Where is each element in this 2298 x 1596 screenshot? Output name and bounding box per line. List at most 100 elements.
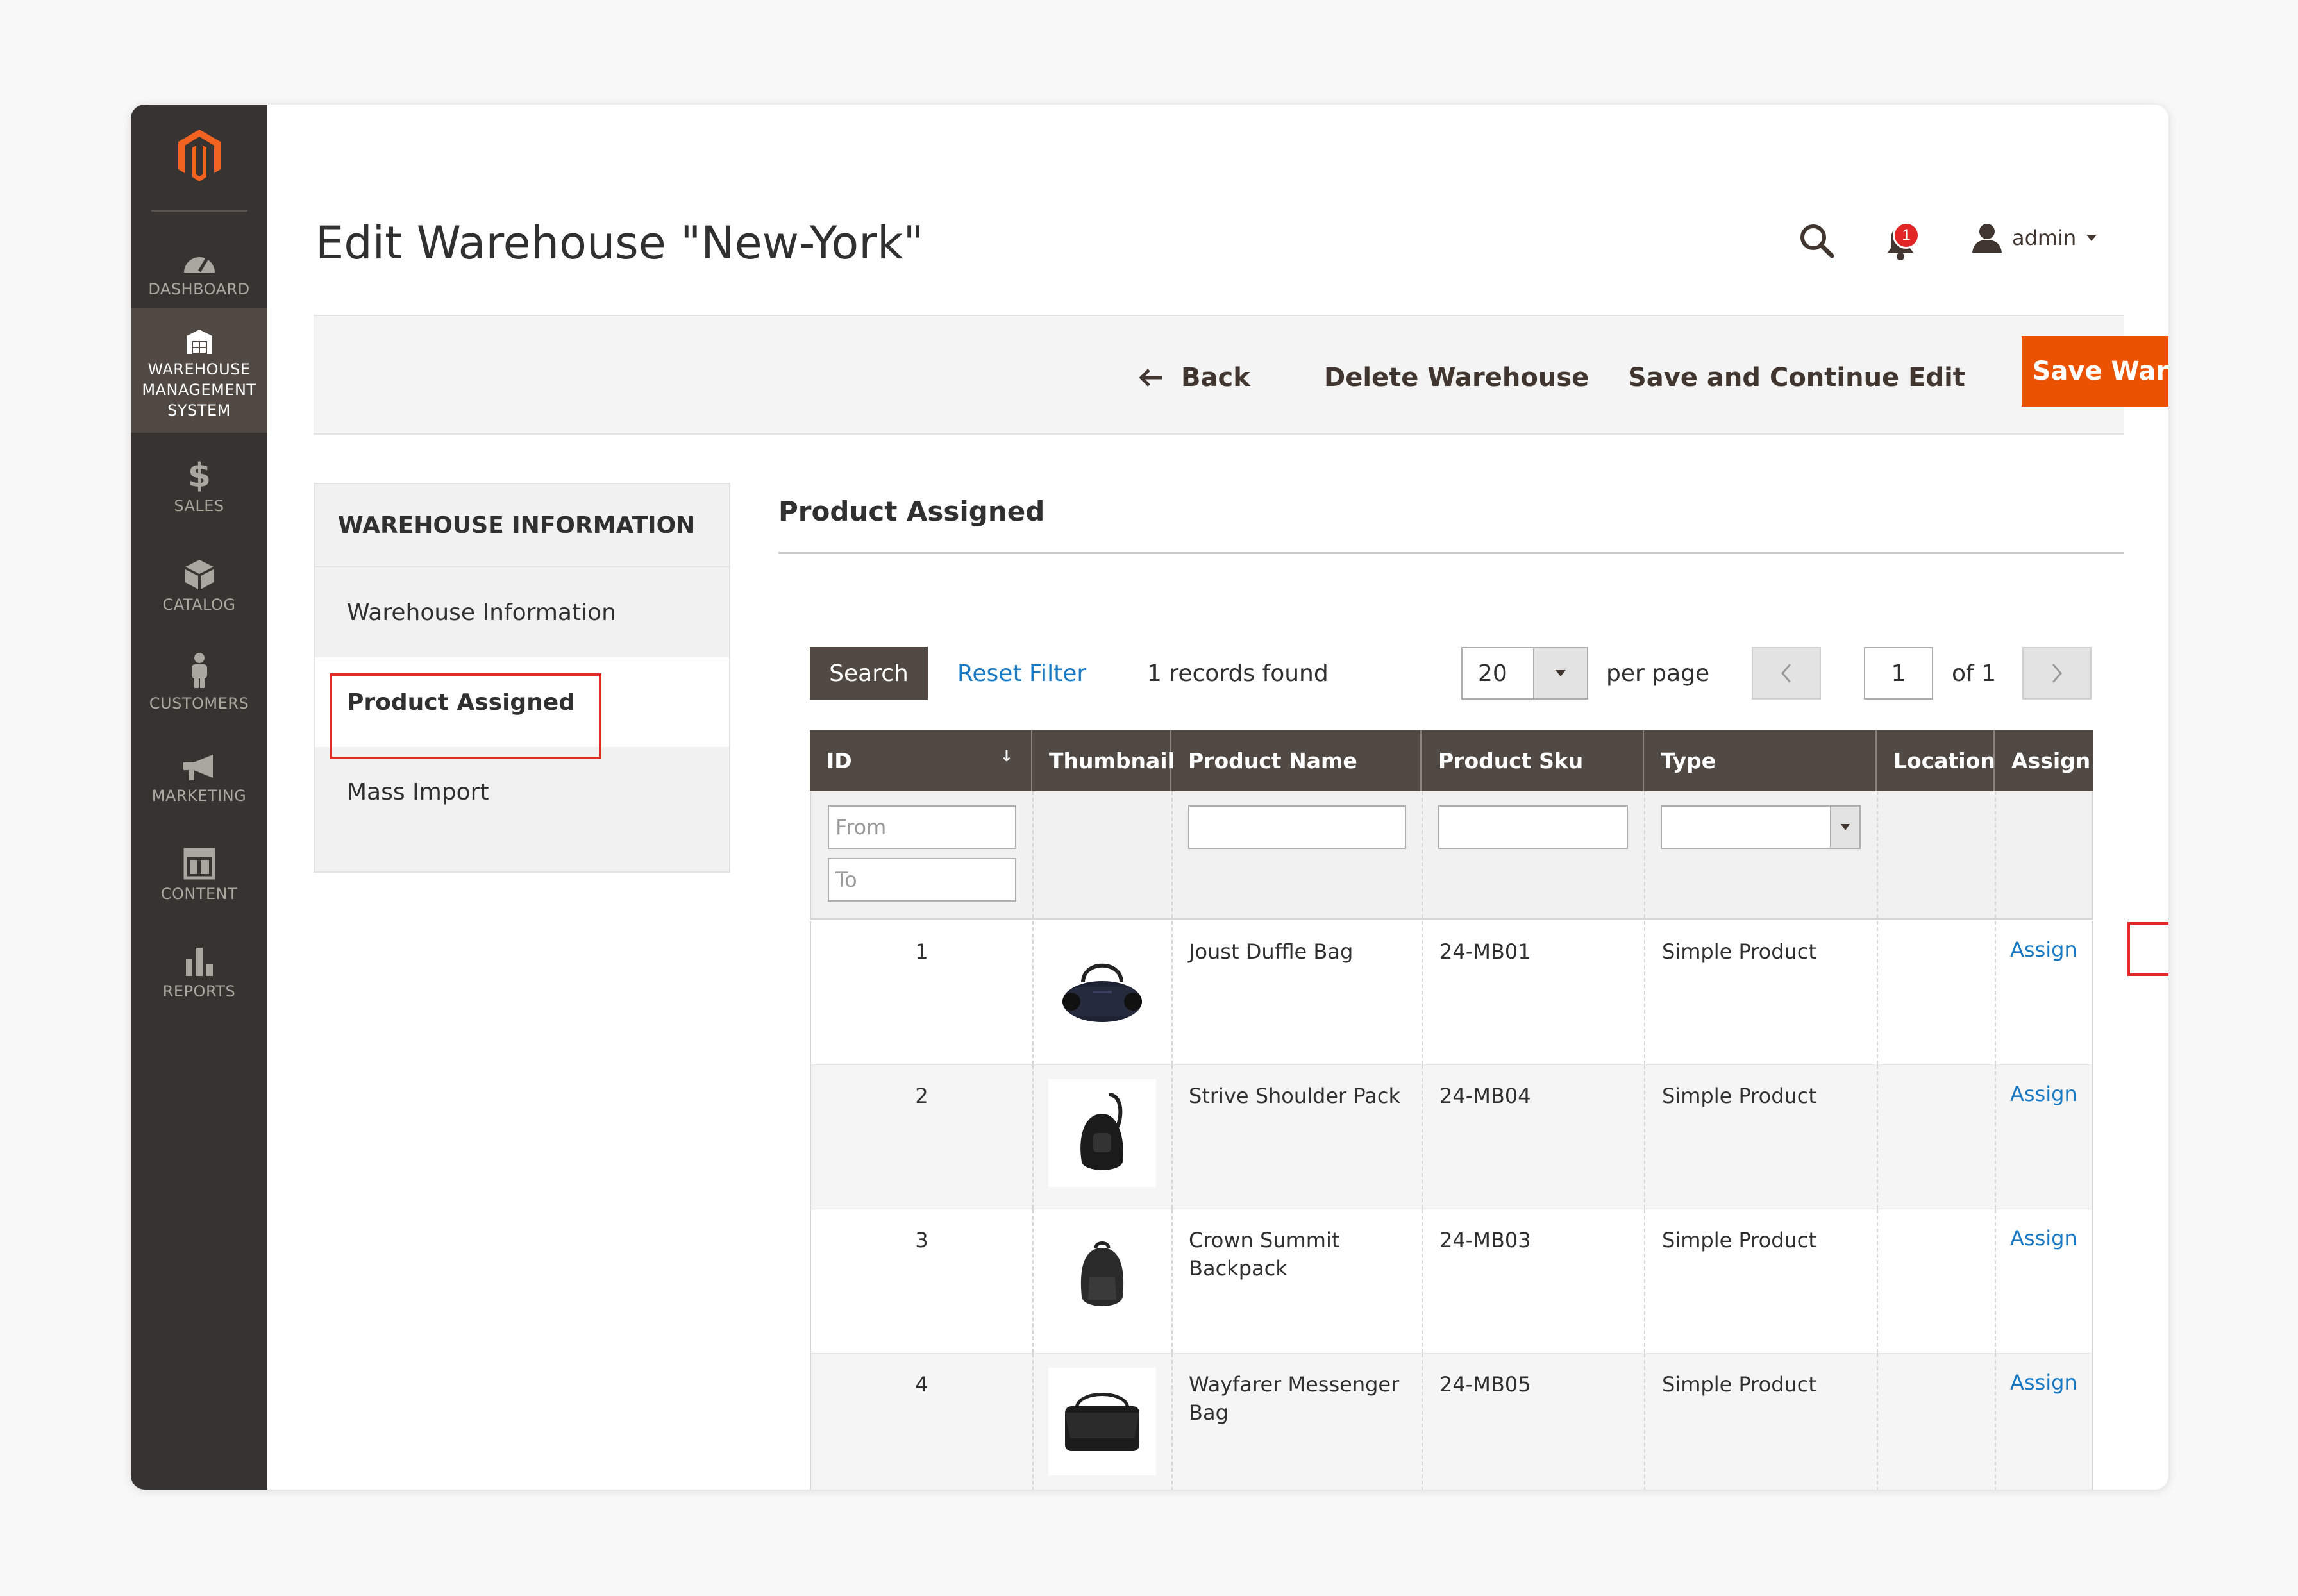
cube-icon [185, 560, 214, 589]
previous-page-button[interactable] [1752, 647, 1821, 700]
row-type: Simple Product [1662, 1084, 1816, 1108]
messenger-bag-image [1048, 1368, 1156, 1475]
column-header-thumbnail: Thumbnail [1032, 730, 1175, 791]
reset-filter-link[interactable]: Reset Filter [957, 647, 1086, 700]
sidebar-item-content[interactable]: CONTENT [131, 837, 267, 921]
row-product-sku: 24-MB05 [1439, 1372, 1531, 1397]
product-sku-filter[interactable] [1438, 805, 1628, 849]
megaphone-icon [183, 755, 213, 780]
records-count: 1 records found [1147, 660, 1329, 687]
row-thumbnail [1032, 1209, 1171, 1354]
assign-link[interactable]: Assign [2010, 937, 2077, 962]
column-header-id[interactable]: ID ↓ [810, 730, 1032, 791]
row-thumbnail [1032, 921, 1171, 1065]
dollar-icon: $ [187, 457, 210, 492]
sidebar-item-label: CUSTOMERS [149, 694, 249, 712]
sidebar-item-label: REPORTS [162, 982, 236, 1000]
row-type: Simple Product [1662, 1372, 1816, 1397]
tab-warehouse-information[interactable]: Warehouse Information [315, 567, 729, 657]
sidebar-item-label: SALES [174, 497, 224, 515]
table-row: 4 Wayfarer Messenger Bag 24-MB05 Simple … [810, 1354, 2093, 1490]
type-filter-select[interactable] [1661, 805, 1861, 849]
search-button[interactable]: Search [810, 647, 928, 700]
row-type: Simple Product [1662, 1228, 1816, 1252]
page-actions-bar: Back Delete Warehouse Save and Continue … [314, 315, 2168, 435]
table-row: 1 Joust Duffle Bag 24-MB01 Simple Produc… [810, 921, 2093, 1065]
row-product-sku: 24-MB03 [1439, 1228, 1531, 1252]
shoulder-pack-image [1048, 1079, 1156, 1187]
row-type: Simple Product [1662, 939, 1816, 964]
column-header-product-sku[interactable]: Product Sku [1422, 730, 1644, 791]
row-location [1895, 1354, 1984, 1490]
per-page-select[interactable]: 20 [1461, 647, 1588, 700]
row-id: 3 [915, 1228, 928, 1252]
dashboard-icon [183, 257, 215, 273]
back-button[interactable]: Back [1137, 351, 1250, 404]
per-page-value: 20 [1478, 660, 1507, 687]
user-icon [1972, 224, 2002, 253]
backpack-image [1048, 1223, 1156, 1331]
grid-filter-row: From To [810, 791, 2093, 920]
section-divider [778, 552, 2124, 554]
row-id: 4 [915, 1372, 928, 1397]
sidebar-item-customers[interactable]: CUSTOMERS [131, 643, 267, 727]
sort-arrow-icon: ↓ [1000, 747, 1013, 765]
tab-mass-import[interactable]: Mass Import [315, 747, 729, 837]
grid-header-row: ID ↓ Thumbnail Product Name Product Sku … [810, 730, 2093, 791]
row-thumbnail [1032, 1354, 1171, 1490]
chevron-down-icon [1841, 824, 1850, 830]
row-location [1895, 1065, 1984, 1209]
delete-warehouse-button[interactable]: Delete Warehouse [1324, 351, 1589, 404]
person-icon [191, 653, 207, 688]
user-menu[interactable]: admin [1971, 222, 2098, 254]
sidebar-item-dashboard[interactable]: DASHBOARD [131, 234, 267, 311]
row-id: 2 [915, 1084, 928, 1108]
assign-link[interactable]: Assign [2010, 1082, 2077, 1106]
tab-highlight-box [330, 673, 601, 759]
sidebar-item-warehouse[interactable]: WAREHOUSE MANAGEMENT SYSTEM [131, 308, 267, 433]
column-header-assign: Assign [2011, 748, 2091, 773]
search-icon[interactable] [1798, 222, 1835, 262]
tabs-heading: WAREHOUSE INFORMATION [315, 484, 729, 567]
sidebar-item-label: CATALOG [162, 596, 236, 614]
save-continue-button[interactable]: Save and Continue Edit [1628, 351, 1965, 404]
row-product-sku: 24-MB01 [1439, 939, 1531, 964]
assign-link[interactable]: Assign [2010, 1226, 2077, 1250]
chevron-left-icon [1781, 664, 1791, 683]
id-to-filter[interactable]: To [828, 858, 1016, 902]
magento-logo[interactable] [131, 105, 267, 207]
sidebar-item-label: CONTENT [160, 885, 238, 903]
table-row: 2 Strive Shoulder Pack 24-MB04 Simple Pr… [810, 1065, 2093, 1209]
duffle-bag-image [1048, 935, 1156, 1043]
bar-chart-icon [185, 948, 213, 976]
per-page-dropdown-button[interactable] [1533, 648, 1587, 698]
sidebar-item-catalog[interactable]: CATALOG [131, 547, 267, 630]
svg-text:$: $ [187, 457, 210, 492]
column-header-product-name[interactable]: Product Name [1171, 730, 1422, 791]
page-number-input[interactable]: 1 [1864, 647, 1933, 700]
sidebar-item-label: MARKETING [151, 787, 247, 805]
column-label: ID [826, 748, 852, 773]
chevron-down-icon [2086, 235, 2097, 241]
row-id: 1 [915, 939, 928, 964]
row-product-name: Strive Shoulder Pack [1189, 1084, 1400, 1108]
column-header-location[interactable]: Location [1877, 730, 1995, 791]
row-location [1895, 1209, 1984, 1354]
warehouse-icon [186, 330, 212, 354]
id-from-filter[interactable]: From [828, 805, 1016, 849]
row-product-name: Joust Duffle Bag [1189, 939, 1354, 964]
sidebar-item-label: WAREHOUSE MANAGEMENT SYSTEM [142, 360, 256, 419]
product-name-filter[interactable] [1188, 805, 1406, 849]
sidebar-item-reports[interactable]: REPORTS [131, 935, 267, 1018]
column-header-type[interactable]: Type [1644, 730, 1877, 791]
sidebar-item-label: DASHBOARD [148, 280, 250, 298]
assign-link[interactable]: Assign [2010, 1370, 2077, 1395]
sidebar-item-sales[interactable]: $ SALES [131, 451, 267, 534]
type-filter-dropdown-button[interactable] [1830, 807, 1859, 848]
sidebar-item-marketing[interactable]: MARKETING [131, 739, 267, 823]
user-name: admin [2012, 226, 2077, 250]
save-warehouse-button[interactable]: Save Warehouse [2022, 336, 2168, 407]
next-page-button[interactable] [2022, 647, 2092, 700]
assign-highlight-box [2127, 922, 2168, 976]
row-product-name: Wayfarer Messenger Bag [1189, 1372, 1400, 1425]
